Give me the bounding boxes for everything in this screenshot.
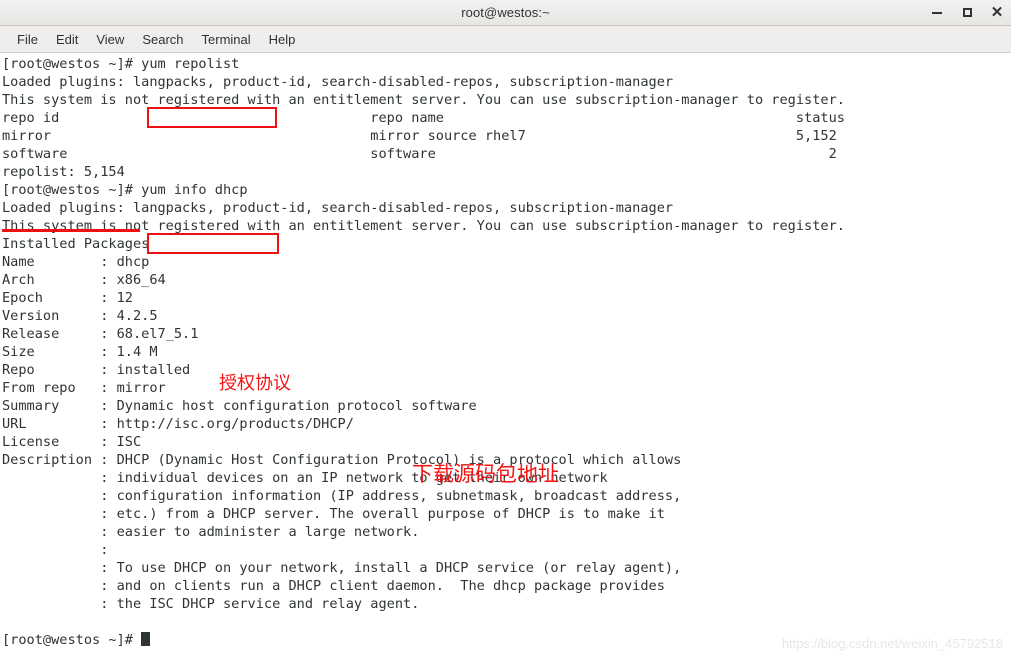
terminal-line: repo id repo name status — [2, 110, 845, 126]
close-icon: ✕ — [990, 4, 1004, 21]
terminal-line: : — [2, 542, 109, 558]
menu-item-file[interactable]: File — [8, 30, 47, 49]
terminal-line: : and on clients run a DHCP client daemo… — [2, 578, 665, 594]
terminal-line: Release : 68.el7_5.1 — [2, 326, 199, 342]
maximize-button[interactable] — [959, 5, 975, 21]
terminal-cursor — [141, 632, 150, 646]
terminal-line: From repo : mirror — [2, 380, 166, 396]
terminal-line: Size : 1.4 M — [2, 344, 158, 360]
terminal-line: Name : dhcp — [2, 254, 150, 270]
terminal-line: repolist: 5,154 — [2, 164, 125, 180]
terminal-window: root@westos:~ ✕ File Edit View Search Te… — [0, 0, 1011, 657]
terminal-line: Epoch : 12 — [2, 290, 133, 306]
terminal-line: : To use DHCP on your network, install a… — [2, 560, 682, 576]
menu-item-search[interactable]: Search — [133, 30, 192, 49]
terminal-output-area[interactable]: [root@westos ~]# yum repolist Loaded plug… — [0, 53, 1011, 657]
terminal-line: [root@westos ~]# — [0, 631, 845, 649]
terminal-line: [root@westos ~]# yum repolist — [2, 56, 240, 72]
terminal-line: This system is not registered with an en… — [2, 92, 845, 108]
menu-item-view[interactable]: View — [87, 30, 133, 49]
terminal-line: Loaded plugins: langpacks, product-id, s… — [2, 74, 674, 90]
menu-item-help[interactable]: Help — [260, 30, 305, 49]
terminal-line: License : ISC — [2, 434, 142, 450]
terminal-line: Loaded plugins: langpacks, product-id, s… — [2, 200, 674, 216]
terminal-line: URL : http://isc.org/products/DHCP/ — [2, 416, 354, 432]
terminal-line: : individual devices on an IP network to… — [2, 470, 608, 486]
window-controls: ✕ — [929, 0, 1005, 25]
terminal-line: [root@westos ~]# yum info dhcp — [2, 182, 248, 198]
window-title: root@westos:~ — [461, 5, 550, 20]
terminal-line: software software 2 — [2, 146, 837, 162]
terminal-line: : etc.) from a DHCP server. The overall … — [2, 506, 665, 522]
terminal-line: : easier to administer a large network. — [2, 524, 420, 540]
title-bar: root@westos:~ ✕ — [0, 0, 1011, 26]
menu-item-terminal[interactable]: Terminal — [193, 30, 260, 49]
terminal-line: Installed Packages — [2, 236, 150, 252]
terminal-text: [root@westos ~]# yum repolist Loaded plug… — [0, 55, 845, 649]
terminal-line: mirror mirror source rhel7 5,152 — [2, 128, 837, 144]
menu-bar: File Edit View Search Terminal Help — [0, 26, 1011, 53]
maximize-icon — [962, 8, 972, 17]
terminal-line: : the ISC DHCP service and relay agent. — [2, 596, 420, 612]
terminal-line: Description : DHCP (Dynamic Host Configu… — [2, 452, 682, 468]
terminal-line: Repo : installed — [2, 362, 191, 378]
minimize-icon — [932, 11, 942, 14]
minimize-button[interactable] — [929, 5, 945, 21]
terminal-line: Arch : x86_64 — [2, 272, 166, 288]
close-button[interactable]: ✕ — [989, 5, 1005, 21]
watermark: https://blog.csdn.net/weixin_45792518 — [781, 636, 1003, 651]
terminal-line: Version : 4.2.5 — [2, 308, 158, 324]
terminal-line: This system is not registered with an en… — [2, 218, 845, 234]
terminal-line: : configuration information (IP address,… — [2, 488, 682, 504]
menu-item-edit[interactable]: Edit — [47, 30, 87, 49]
terminal-line: Summary : Dynamic host configuration pro… — [2, 398, 477, 414]
